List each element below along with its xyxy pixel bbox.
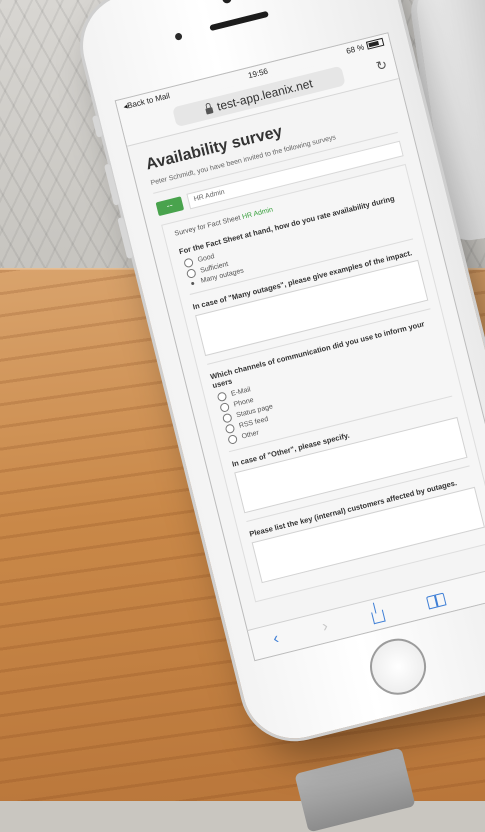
home-button[interactable] (364, 632, 432, 701)
bookmarks-icon[interactable] (425, 591, 447, 609)
radio-button[interactable] (221, 412, 233, 424)
radio-button[interactable] (216, 391, 228, 403)
back-arrow-icon[interactable]: ‹ (271, 630, 281, 649)
forward-arrow-icon[interactable]: › (320, 618, 330, 637)
role-toggle-button[interactable]: -- (155, 196, 185, 217)
survey-panel: Survey for Fact Sheet HR Admin For the F… (161, 163, 485, 603)
front-camera (221, 0, 233, 5)
radio-button[interactable] (185, 268, 197, 279)
radio-button[interactable] (227, 433, 239, 445)
earpiece (209, 10, 269, 32)
factsheet-link[interactable]: HR Admin (242, 206, 274, 220)
lock-icon (205, 107, 214, 115)
option-label: Good (196, 253, 216, 264)
proximity-sensor (174, 32, 183, 41)
radio-button[interactable] (219, 401, 231, 413)
share-icon[interactable] (370, 609, 386, 625)
reload-icon[interactable]: ↻ (375, 57, 389, 75)
option-label: Other (241, 429, 260, 441)
selected-bullet-icon (190, 281, 195, 286)
radio-button[interactable] (224, 423, 236, 435)
radio-button[interactable] (183, 257, 195, 269)
